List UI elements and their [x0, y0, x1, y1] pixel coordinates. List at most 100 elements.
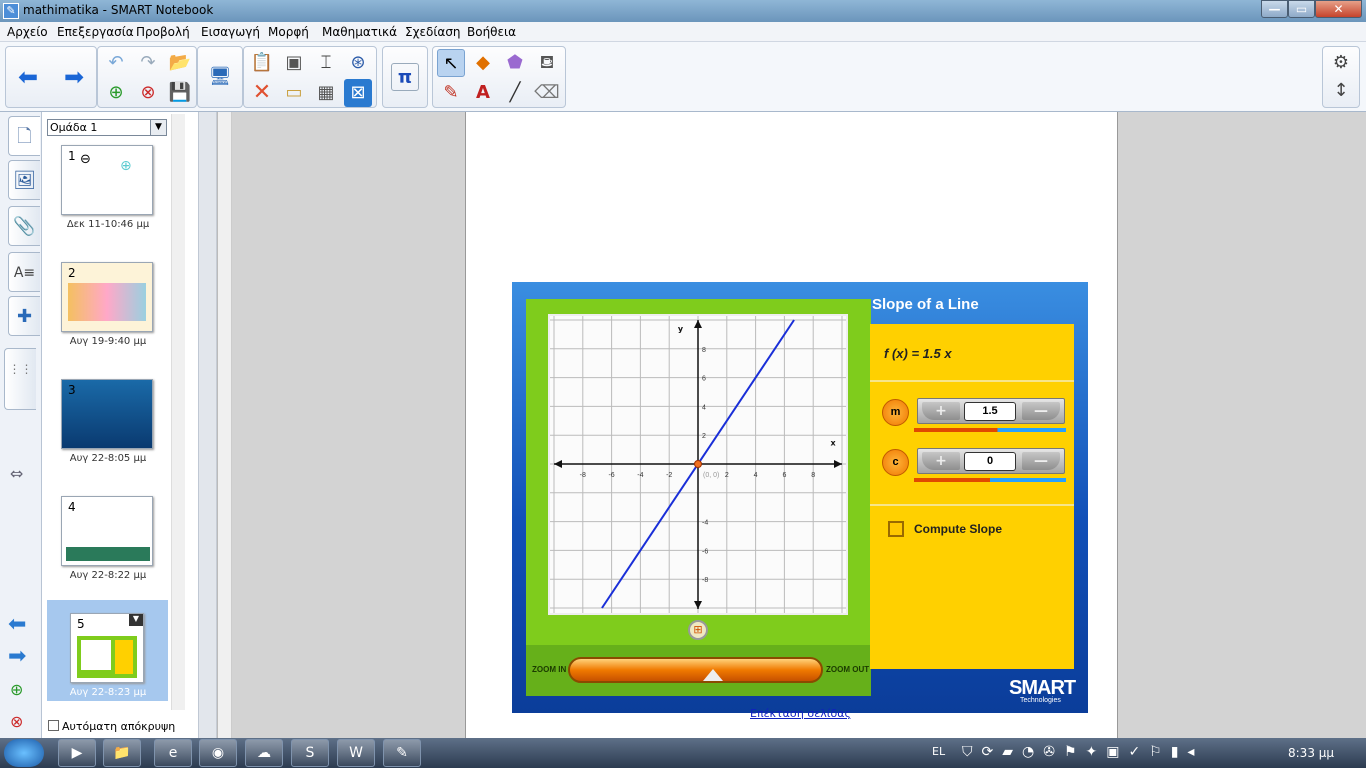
shapes-icon[interactable]: ◆ — [469, 49, 497, 77]
menu-format[interactable]: Μορφή — [268, 25, 309, 39]
paste-icon[interactable]: 📋 — [248, 49, 276, 77]
page-thumbnail[interactable]: 2 — [61, 262, 153, 332]
menu-file[interactable]: Αρχείο — [7, 25, 48, 39]
delete-page-icon[interactable]: ⊗ — [134, 79, 162, 107]
page-number: 3 — [68, 383, 76, 397]
zoom-slider-handle[interactable] — [703, 669, 723, 681]
circle-shape-icon: ⊖ — [80, 152, 91, 167]
clear-icon[interactable]: ⊠ — [344, 79, 372, 107]
sorter-scrollbar[interactable] — [171, 114, 185, 710]
page-sorter-icon[interactable]: 🗋 — [8, 116, 40, 156]
media-player-icon[interactable]: ▶ — [58, 739, 96, 767]
menu-edit[interactable]: Επεξεργασία — [57, 25, 134, 39]
side-delete-page-icon[interactable]: ⊗ — [10, 712, 23, 731]
toggle-display-icon[interactable]: ▭ — [280, 79, 308, 107]
delete-icon[interactable]: ✕ — [248, 79, 276, 107]
close-button[interactable]: ✕ — [1315, 0, 1362, 18]
compute-slope-checkbox[interactable] — [888, 521, 904, 537]
line-icon[interactable]: ╱ — [501, 79, 529, 107]
gear-icon[interactable]: ⚙ — [1327, 49, 1355, 77]
widget-title: Slope of a Line — [872, 296, 979, 313]
firefox-icon[interactable]: ◉ — [199, 739, 237, 767]
group-dropdown[interactable]: Ομάδα 1 ▼ — [47, 119, 167, 136]
menu-help[interactable]: Βοήθεια — [467, 25, 516, 39]
menu-math[interactable]: Μαθηματικά — [322, 25, 397, 39]
capture-icon[interactable]: ⊛ — [344, 49, 372, 77]
graph-area[interactable]: -8 -6 -4 -2 2 4 6 8 8 6 4 2 -4 -6 -8 x y (0, 0) — [548, 314, 848, 615]
move-toolbar-icon[interactable]: ↕ — [1327, 77, 1355, 105]
side-back-icon[interactable]: ⬅ — [8, 612, 26, 637]
grid-toggle-icon[interactable]: ⊞ — [688, 620, 708, 640]
resize-icon[interactable]: ⇔ — [10, 464, 23, 483]
add-page-icon[interactable]: ⊕ — [102, 79, 130, 107]
page-menu-icon[interactable]: ▼ — [129, 614, 143, 626]
autohide-checkbox[interactable] — [48, 720, 59, 731]
pens-icon[interactable]: ✎ — [437, 79, 465, 107]
screen-shade-icon[interactable]: ▣ — [280, 49, 308, 77]
page-thumbnail-selected[interactable]: 5 ▼ — [70, 613, 144, 683]
slope-widget[interactable]: Slope of a Line -8 -6 -4 -2 2 4 6 8 8 6 4 2 -4 -6 -8 x y… — [512, 282, 1088, 713]
select-icon[interactable]: ↖ — [437, 49, 465, 77]
intercept-slider[interactable] — [914, 478, 1066, 482]
side-forward-icon[interactable]: ➡ — [8, 644, 26, 669]
attachments-icon[interactable]: 📎 — [8, 206, 40, 246]
ie-icon[interactable]: e — [154, 739, 192, 767]
intercept-minus-button[interactable]: — — [1022, 452, 1060, 470]
slope-slider[interactable] — [914, 428, 1066, 432]
slope-minus-button[interactable]: — — [1022, 402, 1060, 420]
extend-page-link[interactable]: Επέκταση σελίδας — [750, 707, 851, 720]
text-icon[interactable]: A — [469, 79, 497, 107]
slope-value[interactable]: 1.5 — [964, 402, 1016, 421]
graph-panel: -8 -6 -4 -2 2 4 6 8 8 6 4 2 -4 -6 -8 x y (0, 0) ⊞ ZOOM IN… — [526, 299, 871, 696]
menu-view[interactable]: Προβολή — [136, 25, 190, 39]
origin-point — [694, 460, 702, 468]
page-date: Αυγ 22-8:22 μμ — [69, 570, 147, 581]
notebook-icon[interactable]: ✎ — [383, 739, 421, 767]
page-thumbnail[interactable]: 4 — [61, 496, 153, 566]
slope-plus-button[interactable]: + — [922, 402, 960, 420]
back-arrow-icon[interactable]: ⬅ — [14, 63, 42, 91]
page-thumbnail[interactable]: 3 — [61, 379, 153, 449]
network-icon[interactable]: ☁ — [245, 739, 283, 767]
forward-arrow-icon[interactable]: ➡ — [60, 63, 88, 91]
page-preview-image — [68, 283, 146, 321]
redo-icon[interactable]: ↷ — [134, 49, 162, 77]
screen-display-icon[interactable]: 🖥 — [206, 63, 234, 91]
skype-icon[interactable]: S — [291, 739, 329, 767]
word-icon[interactable]: W — [337, 739, 375, 767]
maximize-button[interactable]: ▭ — [1288, 0, 1315, 18]
gallery-icon[interactable]: 🖼 — [8, 160, 40, 200]
fill-icon[interactable]: ⛾ — [533, 49, 561, 77]
properties-icon[interactable]: A≡ — [8, 252, 40, 292]
menu-draw[interactable]: Σχεδίαση — [405, 25, 461, 39]
intercept-value[interactable]: 0 — [964, 452, 1016, 471]
minimize-button[interactable]: — — [1261, 0, 1288, 18]
start-button[interactable] — [4, 739, 44, 767]
addons-icon[interactable]: ✚ — [8, 296, 40, 336]
intercept-plus-button[interactable]: + — [922, 452, 960, 470]
page-thumbnail[interactable]: 1 ⊖ ⊕ — [61, 145, 153, 215]
tray-icons[interactable]: ⛉⟳▰◔✇⚑✦▣✓⚐▮◂ — [962, 744, 1203, 760]
autohide-option[interactable]: Αυτόματη απόκρυψη — [48, 720, 175, 733]
language-indicator[interactable]: EL — [932, 745, 945, 758]
save-icon[interactable]: 💾 — [166, 79, 194, 107]
clock[interactable]: 8:33 μμ — [1288, 746, 1334, 760]
math-tools-icon[interactable]: π — [391, 63, 419, 91]
notebook-page[interactable]: Slope of a Line -8 -6 -4 -2 2 4 6 8 8 6 4 2 -4 -6 -8 x y… — [465, 112, 1118, 738]
y-tick-label: 4 — [702, 404, 706, 411]
canvas-scrollbar[interactable] — [218, 112, 232, 738]
menu-insert[interactable]: Εισαγωγή — [201, 25, 260, 39]
page-preview-image — [66, 547, 150, 561]
origin-label: (0, 0) — [703, 472, 719, 479]
undo-icon[interactable]: ↶ — [102, 49, 130, 77]
insert-text-icon[interactable]: ⌶ — [312, 49, 340, 77]
panel-splitter[interactable] — [199, 112, 217, 738]
eraser-icon[interactable]: ⌫ — [533, 79, 561, 107]
zoom-slider[interactable] — [568, 657, 823, 683]
table-icon[interactable]: ▦ — [312, 79, 340, 107]
open-file-icon[interactable]: 📂 — [166, 49, 194, 77]
side-add-page-icon[interactable]: ⊕ — [10, 680, 23, 699]
explorer-icon[interactable]: 📁 — [103, 739, 141, 767]
eraser-shape-icon[interactable]: ⬟ — [501, 49, 529, 77]
expand-sidebar-icon[interactable]: ⋮⋮ — [4, 348, 36, 410]
